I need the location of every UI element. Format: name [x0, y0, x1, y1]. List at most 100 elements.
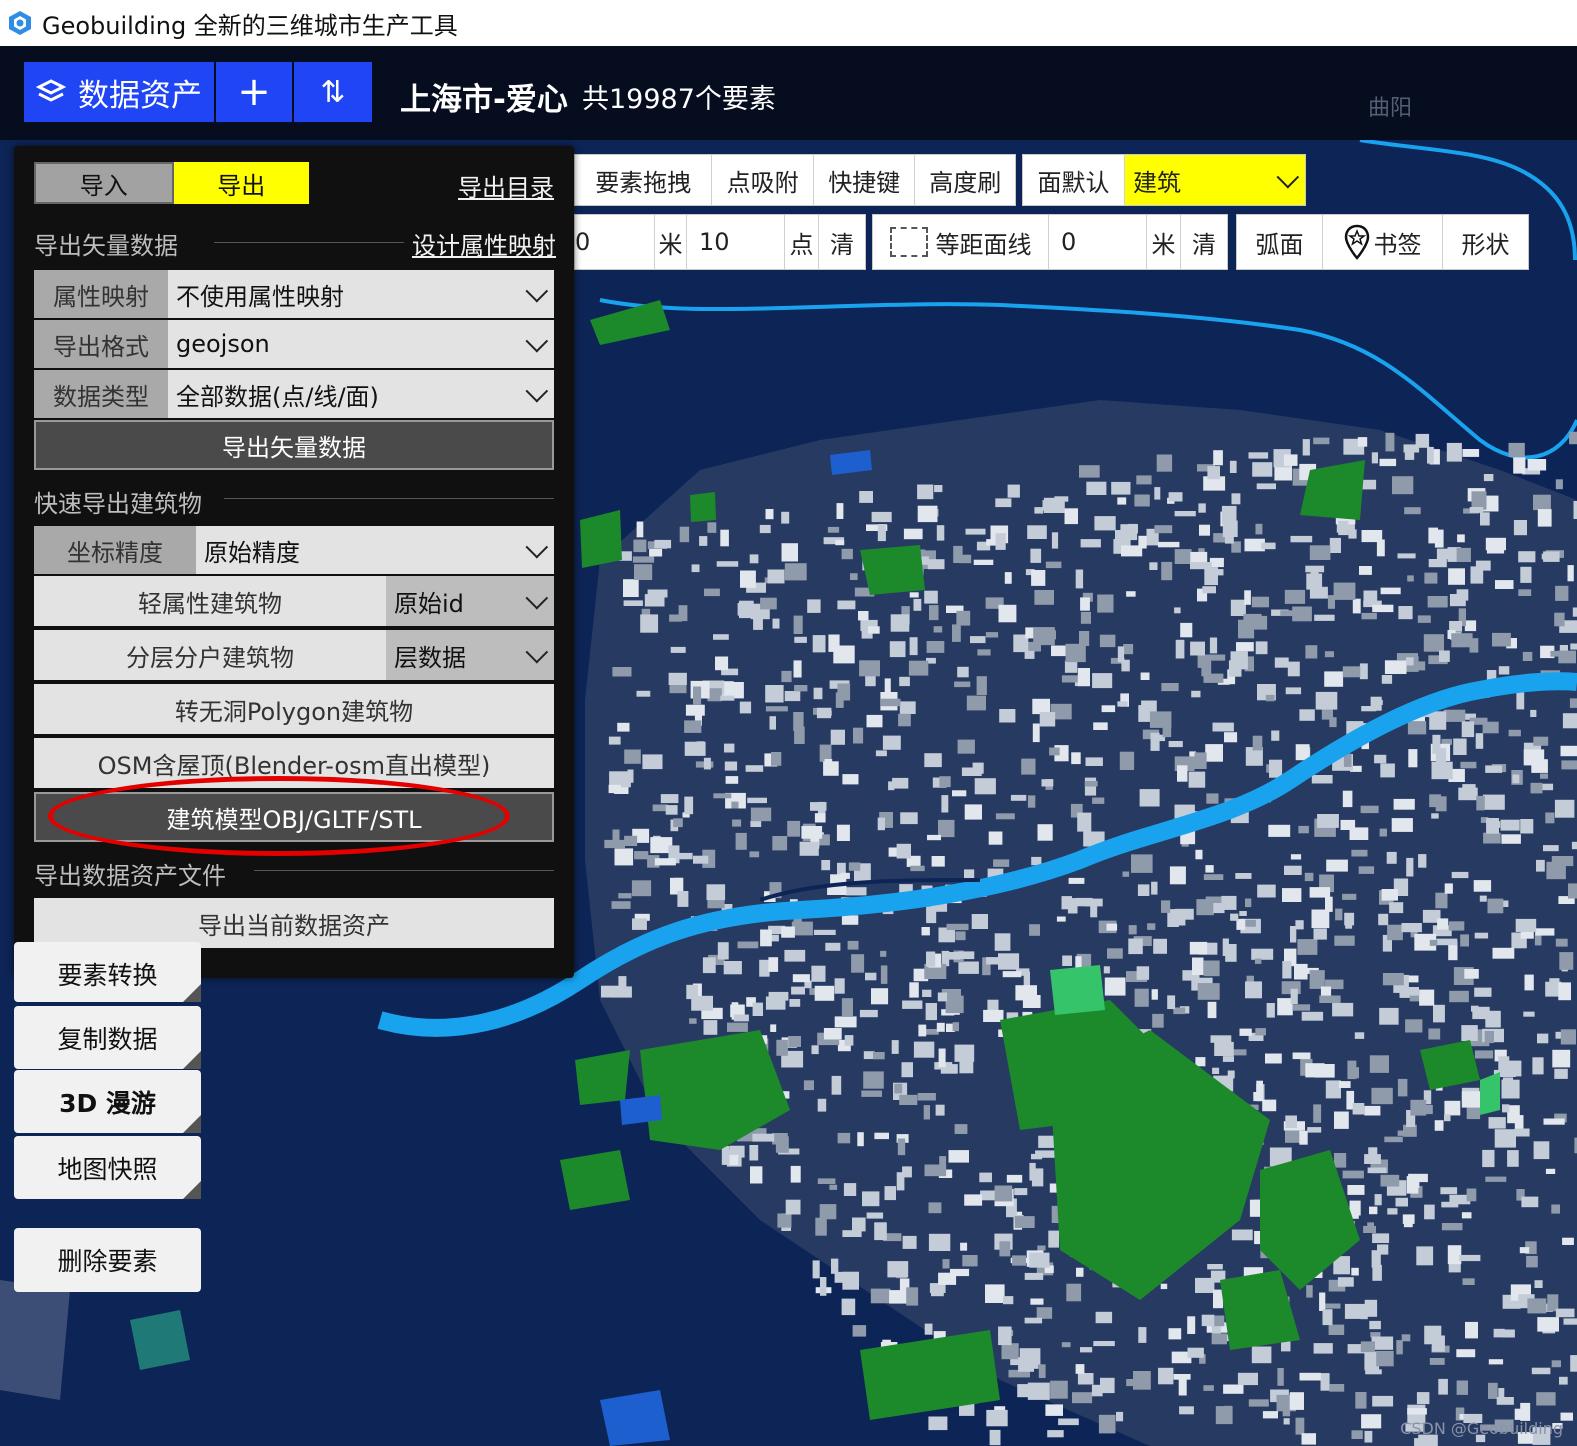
- building-block: [1570, 643, 1577, 650]
- feature-convert-button[interactable]: 要素转换: [14, 942, 201, 1002]
- building-block: [966, 695, 986, 711]
- building-block: [1162, 725, 1172, 738]
- building-block: [1355, 1392, 1367, 1409]
- export-vector-button[interactable]: 导出矢量数据: [34, 420, 554, 470]
- tab-import[interactable]: 导入: [34, 162, 174, 204]
- building-block: [1295, 744, 1310, 761]
- building-block: [1213, 1289, 1224, 1309]
- export-directory-link[interactable]: 导出目录: [458, 168, 554, 203]
- clear-button-b[interactable]: 清: [1181, 215, 1227, 269]
- building-block: [928, 1233, 951, 1251]
- add-button[interactable]: +: [216, 62, 292, 122]
- building-block: [1292, 1052, 1311, 1060]
- building-block: [1190, 562, 1212, 570]
- data-type-select[interactable]: 全部数据(点/线/面): [168, 370, 554, 418]
- layered-building-button[interactable]: 分层分户建筑物: [34, 630, 386, 680]
- building-block: [759, 959, 770, 977]
- light-building-button[interactable]: 轻属性建筑物: [34, 576, 386, 626]
- building-block: [891, 1040, 899, 1054]
- export-format-select[interactable]: geojson: [168, 320, 554, 368]
- tab-export[interactable]: 导出: [173, 162, 309, 204]
- building-block: [670, 646, 686, 653]
- building-block: [1062, 955, 1072, 966]
- building-block: [1212, 1067, 1220, 1074]
- building-block: [1374, 1194, 1382, 1206]
- location-pin-icon: [1344, 224, 1369, 260]
- copy-data-button[interactable]: 复制数据: [14, 1006, 201, 1069]
- layered-building-option-select[interactable]: 层数据: [386, 630, 554, 680]
- model-export-button[interactable]: 建筑模型OBJ/GLTF/STL: [34, 792, 554, 842]
- building-block: [1555, 479, 1563, 490]
- height-brush-button[interactable]: 高度刷: [915, 155, 1015, 205]
- building-block: [789, 999, 801, 1007]
- export-format-label: 导出格式: [34, 320, 168, 368]
- building-block: [733, 1014, 749, 1022]
- building-block: [894, 1083, 903, 1094]
- building-block: [998, 604, 1017, 623]
- delete-feature-button[interactable]: 删除要素: [14, 1228, 201, 1292]
- building-block: [1222, 1056, 1234, 1062]
- map-snapshot-button[interactable]: 地图快照: [14, 1136, 201, 1199]
- building-block: [794, 685, 808, 692]
- data-asset-button[interactable]: 数据资产: [24, 62, 214, 122]
- building-block: [634, 564, 653, 580]
- distance-input[interactable]: 0: [575, 215, 655, 269]
- point-snap-button[interactable]: 点吸附: [712, 155, 814, 205]
- building-block: [608, 736, 621, 745]
- building-block: [958, 961, 979, 974]
- building-block: [1443, 709, 1466, 722]
- building-block: [1493, 1328, 1505, 1338]
- light-building-option-select[interactable]: 原始id: [386, 576, 554, 626]
- design-attribute-mapping-link[interactable]: 设计属性映射: [412, 226, 556, 261]
- building-block: [1475, 733, 1484, 749]
- building-block: [1251, 1346, 1272, 1364]
- no-hole-polygon-button[interactable]: 转无洞Polygon建筑物: [34, 684, 554, 734]
- building-block: [1449, 990, 1469, 1003]
- attribute-mapping-select[interactable]: 不使用属性映射: [168, 270, 554, 318]
- building-block: [1080, 611, 1091, 624]
- contour-button[interactable]: 等距面线: [873, 215, 1049, 269]
- bookmark-button[interactable]: 书签: [1323, 215, 1443, 269]
- building-block: [1536, 859, 1545, 872]
- building-block: [1065, 643, 1086, 663]
- coord-precision-select[interactable]: 原始精度: [196, 526, 554, 574]
- building-block: [890, 614, 910, 632]
- contour-input[interactable]: 0: [1049, 215, 1147, 269]
- building-block: [1515, 918, 1537, 932]
- building-block: [610, 986, 632, 998]
- building-block: [924, 753, 942, 768]
- building-block: [1256, 1080, 1263, 1097]
- shape-button[interactable]: 形状: [1443, 215, 1528, 269]
- building-block: [1093, 722, 1108, 730]
- building-block: [794, 636, 807, 643]
- export-current-asset-button[interactable]: 导出当前数据资产: [34, 898, 554, 948]
- building-block: [693, 855, 709, 864]
- building-block: [1424, 1325, 1442, 1345]
- sort-button[interactable]: ⇅: [294, 62, 372, 122]
- building-block: [1569, 431, 1577, 445]
- building-block: [1251, 596, 1269, 608]
- data-type-row: 数据类型 全部数据(点/线/面): [34, 370, 554, 418]
- building-block: [1363, 1225, 1376, 1233]
- feature-drag-button[interactable]: 要素拖拽: [575, 155, 713, 205]
- building-block: [1448, 921, 1465, 931]
- building-block: [1487, 898, 1504, 914]
- building-block: [998, 1326, 1012, 1346]
- building-block: [1019, 1348, 1041, 1365]
- face-type-select[interactable]: 建筑: [1125, 155, 1305, 205]
- osm-roof-button[interactable]: OSM含屋顶(Blender-osm直出模型): [34, 738, 554, 788]
- building-block: [1436, 938, 1458, 946]
- building-block: [1097, 594, 1114, 613]
- building-block: [1213, 450, 1223, 466]
- shortcut-button[interactable]: 快捷键: [814, 155, 916, 205]
- building-block: [1351, 1430, 1363, 1439]
- points-input[interactable]: 10: [687, 215, 785, 269]
- attribute-mapping-row: 属性映射 不使用属性映射: [34, 270, 554, 318]
- tour-3d-button[interactable]: 3D 漫游: [14, 1070, 201, 1133]
- arc-button[interactable]: 弧面: [1237, 215, 1323, 269]
- building-block: [1209, 637, 1218, 654]
- building-block: [1534, 935, 1542, 946]
- building-block: [987, 999, 999, 1011]
- clear-button-a[interactable]: 清: [819, 215, 865, 269]
- building-block: [1304, 872, 1314, 882]
